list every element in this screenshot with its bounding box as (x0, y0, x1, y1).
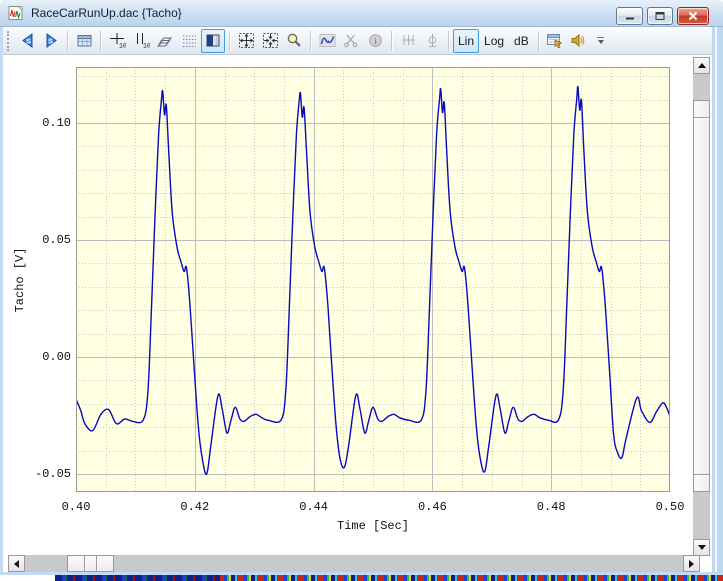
toolbar-separator (538, 31, 539, 51)
background-window-strip (0, 575, 723, 581)
previous-signal-button[interactable]: S (15, 29, 39, 53)
screen: RaceCarRunUp.dac {Tacho} S S (0, 0, 723, 581)
scroll-up-button[interactable] (693, 57, 710, 74)
svg-text:S: S (47, 37, 52, 46)
title-bar[interactable]: RaceCarRunUp.dac {Tacho} (0, 0, 723, 27)
edit-signal-button[interactable] (315, 29, 339, 53)
close-icon (688, 11, 698, 21)
toolbar-grip[interactable] (7, 31, 12, 51)
x-tick-label: 0.48 (537, 500, 566, 514)
log-scale-button[interactable]: Log (479, 29, 509, 53)
expand-icon (238, 32, 255, 49)
overlay-display-button[interactable] (153, 29, 177, 53)
overlay-icon (157, 32, 174, 49)
arrow-down-icon (698, 545, 706, 550)
plot-client-area: 0.10 0.05 0.00 -0.05 0.40 0.42 0.44 0.46 0.48 0.… (3, 55, 712, 572)
x-tick-label: 0.42 (180, 500, 209, 514)
lin-scale-button[interactable]: Lin (453, 29, 479, 53)
y-tick-label: -0.05 (11, 467, 71, 481)
toolbar-separator (310, 31, 311, 51)
harmonic-comb-icon (400, 32, 417, 49)
app-window: RaceCarRunUp.dac {Tacho} S S (0, 0, 723, 575)
toolbar-separator (391, 31, 392, 51)
horizontal-scrollbar-thumb[interactable] (67, 555, 114, 572)
arrow-left-icon (14, 560, 19, 568)
prev-triangle-icon: S (19, 32, 36, 49)
arrow-up-icon (698, 63, 706, 68)
chevron-down-icon (598, 40, 604, 44)
background-colormap-right (220, 575, 723, 581)
toolbar-separator (448, 31, 449, 51)
scroll-right-button[interactable] (683, 555, 700, 572)
x-tick-label: 0.40 (62, 500, 91, 514)
y-cursor-icon: 10 (133, 32, 150, 49)
app-icon (8, 5, 25, 21)
info-button[interactable]: i (363, 29, 387, 53)
scroll-left-button[interactable] (8, 555, 25, 572)
single-display-button[interactable] (201, 29, 225, 53)
x-tick-label: 0.44 (299, 500, 328, 514)
arrow-right-icon (689, 560, 694, 568)
waveform-plot[interactable] (76, 67, 670, 492)
y-cursor-button[interactable]: 10 (129, 29, 153, 53)
scissors-icon (343, 32, 360, 49)
compress-view-button[interactable] (258, 29, 282, 53)
y-axis-title: Tacho [V] (13, 248, 27, 313)
svg-text:10: 10 (143, 43, 150, 50)
window-title: RaceCarRunUp.dac {Tacho} (31, 6, 182, 20)
grid-setup-button[interactable] (72, 29, 96, 53)
zoom-button[interactable] (282, 29, 306, 53)
restore-button[interactable] (647, 7, 673, 25)
toolbar-separator (100, 31, 101, 51)
speaker-icon (570, 32, 588, 49)
probe-cursor-button[interactable] (420, 29, 444, 53)
toolbar-overflow-button[interactable] (595, 30, 607, 52)
single-display-icon (205, 32, 222, 49)
background-colormap-left (55, 575, 220, 581)
y-tick-label: 0.00 (11, 350, 71, 364)
y-tick-label: 0.05 (11, 233, 71, 247)
x-tick-label: 0.50 (656, 500, 685, 514)
expand-view-button[interactable] (234, 29, 258, 53)
restore-icon (654, 11, 666, 21)
toolbar-separator (67, 31, 68, 51)
probe-icon (424, 32, 441, 49)
compress-icon (262, 32, 279, 49)
info-icon: i (367, 32, 384, 49)
minimize-button[interactable] (616, 7, 643, 25)
dotted-rows-icon (181, 32, 198, 49)
play-audio-button[interactable] (567, 29, 591, 53)
vertical-scrollbar[interactable] (693, 57, 710, 556)
magnifier-icon (286, 32, 303, 49)
dotted-display-button[interactable] (177, 29, 201, 53)
y-tick-label: 0.10 (11, 116, 71, 130)
grid-icon (76, 32, 93, 49)
vertical-scrollbar-thumb[interactable] (693, 100, 710, 492)
overflow-bar-icon (597, 37, 604, 38)
horizontal-scrollbar[interactable] (8, 555, 700, 572)
svg-text:S: S (25, 37, 30, 46)
close-button[interactable] (677, 7, 709, 25)
x-tick-label: 0.46 (418, 500, 447, 514)
x-cursor-icon: 10 (109, 32, 126, 49)
next-signal-button[interactable]: S (39, 29, 63, 53)
cut-signal-button[interactable] (339, 29, 363, 53)
toolbar: S S 10 10 (3, 27, 712, 55)
minimize-icon (625, 12, 635, 21)
x-axis-title: Time [Sec] (337, 519, 409, 533)
svg-text:10: 10 (119, 43, 126, 50)
wave-edit-icon (319, 32, 336, 49)
harmonic-cursor-button[interactable] (396, 29, 420, 53)
properties-panel-icon (546, 32, 564, 49)
db-scale-button[interactable]: dB (509, 29, 534, 53)
window-border-right (712, 27, 723, 572)
toolbar-separator (229, 31, 230, 51)
window-border-left (0, 27, 3, 572)
scroll-down-button[interactable] (693, 539, 710, 556)
next-triangle-icon: S (43, 32, 60, 49)
properties-button[interactable] (543, 29, 567, 53)
x-cursor-button[interactable]: 10 (105, 29, 129, 53)
